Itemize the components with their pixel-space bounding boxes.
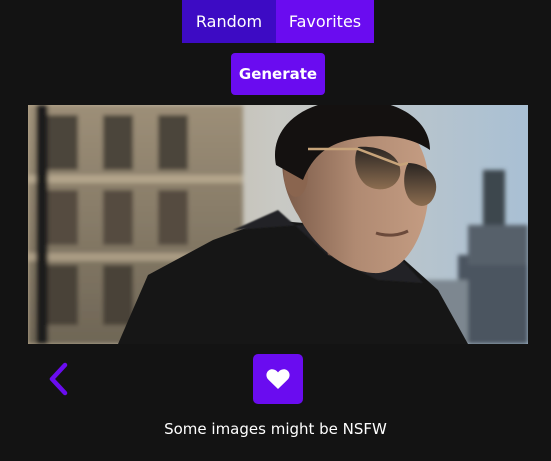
tab-random[interactable]: Random bbox=[182, 0, 276, 43]
nsfw-notice: Some images might be NSFW bbox=[164, 420, 387, 438]
generate-button[interactable]: Generate bbox=[231, 53, 325, 95]
generated-image bbox=[28, 105, 528, 344]
tab-bar: Random Favorites bbox=[182, 0, 374, 43]
photo-illustration bbox=[28, 105, 528, 344]
chevron-left-icon bbox=[49, 362, 68, 396]
tab-favorites[interactable]: Favorites bbox=[276, 0, 374, 43]
back-button[interactable] bbox=[40, 361, 76, 397]
favorite-button[interactable] bbox=[253, 354, 303, 404]
heart-icon bbox=[266, 369, 290, 389]
